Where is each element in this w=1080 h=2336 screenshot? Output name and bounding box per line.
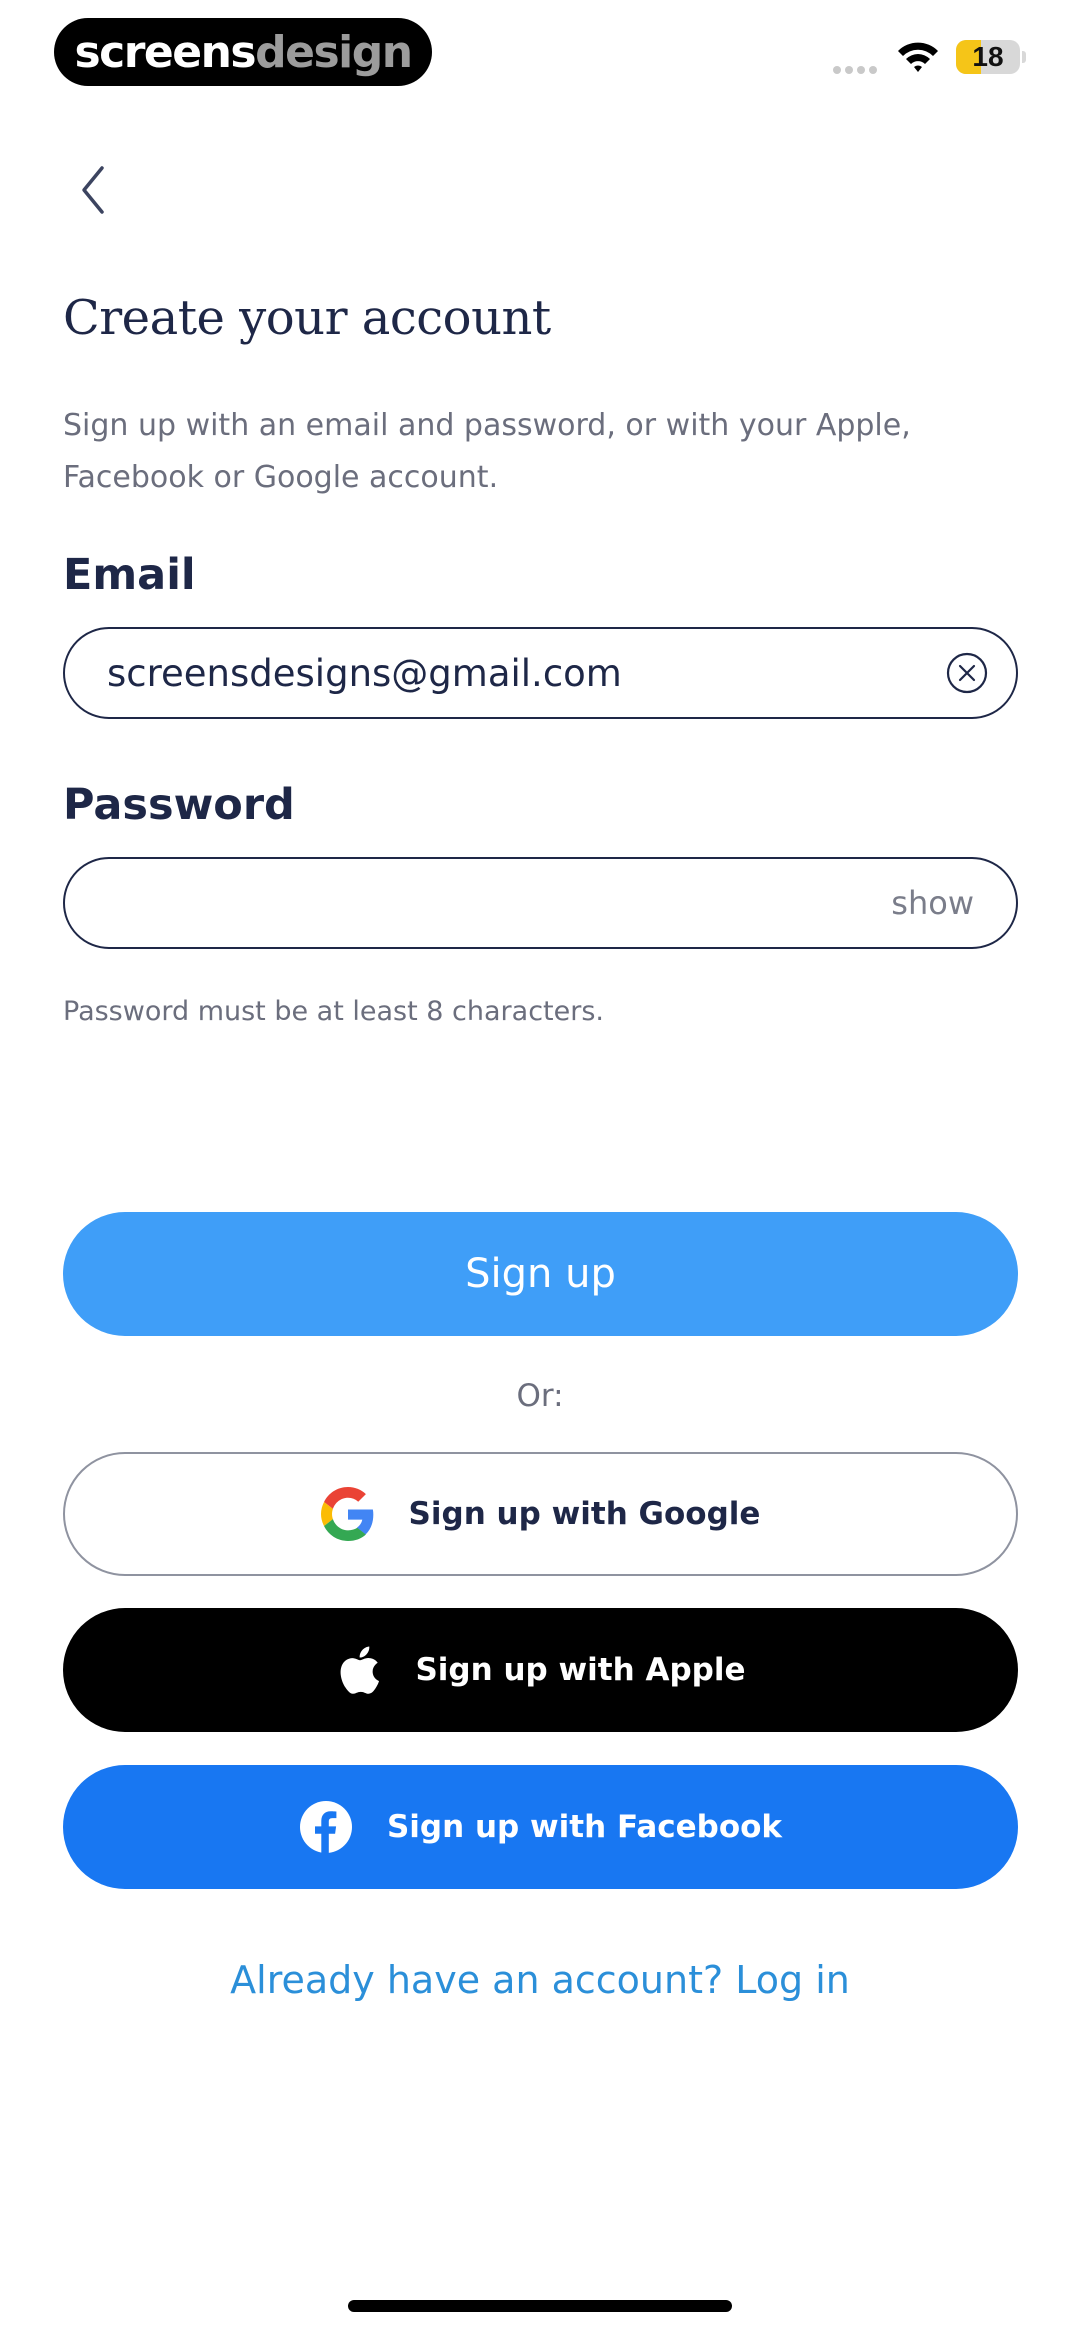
apple-icon: [341, 1646, 380, 1694]
battery-icon: 18: [956, 40, 1020, 74]
show-password-toggle[interactable]: show: [891, 859, 974, 947]
email-field[interactable]: [107, 629, 887, 717]
chevron-left-icon: [82, 166, 104, 214]
sign-up-apple-label: Sign up with Apple: [415, 1652, 746, 1688]
battery-tip: [1022, 51, 1026, 63]
sign-up-button[interactable]: Sign up: [63, 1212, 1018, 1336]
email-label: Email: [63, 550, 196, 600]
page-title: Create your account: [63, 290, 551, 346]
battery-level: 18: [972, 41, 1004, 72]
page-subtitle: Sign up with an email and password, or w…: [63, 408, 911, 495]
password-field[interactable]: [107, 859, 887, 947]
clear-input-icon[interactable]: [946, 652, 988, 694]
sign-up-label: Sign up: [465, 1251, 616, 1297]
sign-up-google-button[interactable]: Sign up with Google: [63, 1452, 1018, 1576]
password-field-container: show: [63, 857, 1018, 949]
sign-up-google-label: Sign up with Google: [408, 1496, 761, 1532]
sign-up-facebook-label: Sign up with Facebook: [386, 1809, 783, 1845]
brand-text-secondary: design: [255, 26, 413, 78]
or-divider-label: Or:: [516, 1378, 564, 1414]
home-indicator[interactable]: [348, 2300, 732, 2312]
google-icon: [320, 1487, 373, 1541]
sign-up-facebook-button[interactable]: Sign up with Facebook: [63, 1765, 1018, 1889]
brand-text-primary: screens: [74, 26, 256, 78]
back-button[interactable]: [72, 160, 116, 220]
email-field-container: [63, 627, 1018, 719]
brand-badge: screens design: [54, 18, 432, 86]
wifi-icon: [898, 42, 938, 72]
password-label: Password: [63, 780, 295, 830]
sign-up-apple-button[interactable]: Sign up with Apple: [63, 1608, 1018, 1732]
cellular-signal-icon: [833, 66, 877, 74]
log-in-link[interactable]: Already have an account? Log in: [0, 1958, 1080, 2002]
password-hint: Password must be at least 8 characters.: [63, 996, 604, 1027]
facebook-icon: [299, 1801, 352, 1853]
